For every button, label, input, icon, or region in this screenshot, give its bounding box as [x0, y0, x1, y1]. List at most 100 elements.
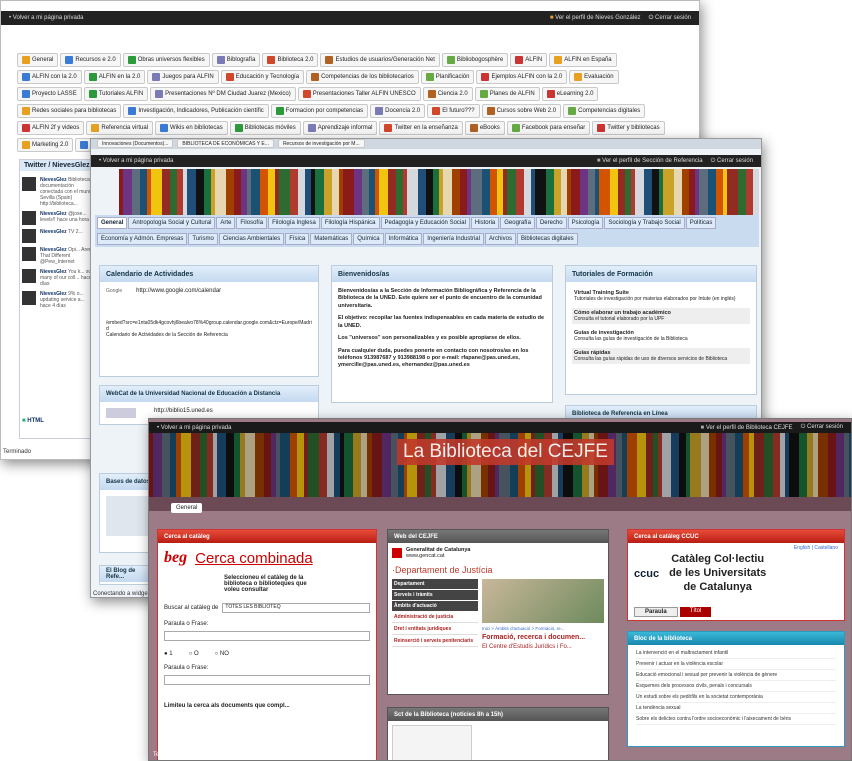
tweet-item[interactable]: NievesGlez TV 2... [22, 229, 96, 243]
universe-tab-presentaciones-n-dm-ciudad-jua[interactable]: Presentaciones Nº DM Ciudad Juarez (Mexi… [150, 87, 296, 101]
universe-tab-aprendizaje-informal[interactable]: Aprendizaje informal [302, 121, 378, 135]
profile-link[interactable]: ■ Ver el perfil de Nieves González [550, 15, 641, 21]
blog-post-link[interactable]: Esquemes dels processos civils, penals i… [636, 681, 836, 692]
tutorial-item[interactable]: Virtual Training Suite Tutoriales de inve… [572, 288, 750, 304]
subject-tab-ciencias-ambientales[interactable]: Ciencias Ambientales [218, 233, 285, 245]
universe-tab-tutoriales-alfin[interactable]: Tutoriales ALFIN [83, 87, 149, 101]
universe-tab-biblografia[interactable]: Biblografía [211, 53, 261, 67]
universe-tab-alfin-en-la-2-0[interactable]: ALFIN en la 2.0 [83, 70, 146, 84]
universe-tab-bibliotecas-moviles[interactable]: Bibliotecas móviles [229, 121, 301, 135]
subject-tab-antropologia-social-y-cultural[interactable]: Antropología Social y Cultural [128, 217, 216, 229]
universe-tab-marketing-2-0[interactable]: Marketing 2.0 [17, 138, 74, 152]
subject-tab-fisica[interactable]: Física [285, 233, 310, 245]
web-menu-item[interactable]: Serveis i tràmits [392, 590, 478, 600]
web-breadcrumb[interactable]: Inici > Àmbits d'actuació > Formació, re… [482, 626, 604, 631]
subject-tab-psicologia[interactable]: Psicología [567, 217, 604, 229]
universe-tab-alfin[interactable]: ALFIN [510, 53, 548, 67]
subject-tab-quimica[interactable]: Química [353, 233, 384, 245]
universe-tab-juegos-para-alfin[interactable]: Juegos para ALFIN [147, 70, 219, 84]
blog-post-link[interactable]: Un estudi sobre els pedòfils en la socie… [636, 692, 836, 703]
universe-tab-competencias-de-los-biblioteca[interactable]: Competencias de los bibliotecarios [306, 70, 419, 84]
operator-or-radio[interactable]: ○ O [189, 651, 199, 657]
blog-post-link[interactable]: Sobre els delictes contra l'ordre socioe… [636, 714, 836, 725]
subject-tab-derecho[interactable]: Derecho [535, 217, 567, 229]
blog-post-link[interactable]: La tendència sexual [636, 703, 836, 714]
profile-link[interactable]: ■ Ver el perfil de Biblioteca CEJFE [701, 425, 793, 431]
universe-tab-docencia-2-0[interactable]: Docencia 2.0 [370, 104, 426, 118]
universe-tab-alfin-en-espana[interactable]: ALFIN en España [549, 53, 617, 67]
profile-link[interactable]: ■ Ver el perfil de Sección de Referencia [597, 158, 703, 164]
ccuc-tab-paraula[interactable]: Paraula [634, 607, 678, 617]
subject-tab-historia[interactable]: Historia [470, 217, 500, 229]
logout-link[interactable]: ⏻ Cerrar sesión [801, 424, 843, 431]
universe-tab-ejemplos-alfin-con-la-2-0[interactable]: Ejemplos ALFIN con la 2.0 [476, 70, 568, 84]
universe-tab-bibliobogosphere[interactable]: Bibliobogosphère [441, 53, 509, 67]
universe-tab-obras-universos-flexibles[interactable]: Obras universos flexibles [122, 53, 210, 67]
universe-tab-alfin-2f-y-videos[interactable]: ALFIN 2f y videos [17, 121, 85, 135]
universe-tab-wikis-en-bibliotecas[interactable]: Wikis en bibliotecas [155, 121, 228, 135]
blog-post-link[interactable]: Educació emocional i sexual per prevenir… [636, 670, 836, 681]
universe-tab-elearning-2-0[interactable]: eLearning 2.0 [541, 87, 599, 101]
universe-tab-investigacion-indicadores-publ[interactable]: Investigación, Indicadores, Publicación … [123, 104, 269, 118]
ccuc-language-links[interactable]: English | Castellano [634, 545, 838, 551]
tweet-item[interactable]: NievesGlez @jose... levels!! hace una ho… [22, 211, 96, 225]
subject-tab-arte[interactable]: Arte [216, 217, 236, 229]
universe-tab-educacion-y-tecnologia[interactable]: Educación y Tecnología [220, 70, 305, 84]
universe-tab-cursos-sobre-web-2-0[interactable]: Cursos sobre Web 2.0 [481, 104, 562, 118]
subject-tab-archivos[interactable]: Archivos [484, 233, 516, 245]
subject-tab-filologia-hispanica[interactable]: Filología Hispánica [320, 217, 380, 229]
logout-link[interactable]: ⏻ Cerrar sesión [649, 15, 691, 22]
universe-tab-facebook-para-ensenar[interactable]: Facebook para enseñar [506, 121, 591, 135]
universe-tab-estudios-de-usuarios-generacio[interactable]: Estudios de usuarios/Generación Net [320, 53, 440, 67]
subject-tab-filosofia[interactable]: Filosofía [236, 217, 268, 229]
operator-and-radio[interactable]: ● 1 [164, 651, 173, 657]
tweet-item[interactable]: NievesGlez Opi... Aren't That Different … [22, 247, 96, 265]
subject-tab-politicas[interactable]: Políticas [685, 217, 717, 229]
operator-not-radio[interactable]: ○ NO [215, 651, 229, 657]
universe-tab-presentaciones-taller-alfin-un[interactable]: Presentaciones Taller ALFIN UNESCO [297, 87, 421, 101]
universe-tab-referencia-virtual[interactable]: Referencia virtual [86, 121, 154, 135]
universe-tab-twitter-y-bibliotecas[interactable]: Twitter y bibliotecas [592, 121, 665, 135]
subject-tab-ingenieria-industrial[interactable]: Ingeniería Industrial [423, 233, 484, 245]
web-menu-item[interactable]: Reinserció i serveis penitenciaris [392, 636, 478, 647]
subject-tab-pedagogia-y-educacion-social[interactable]: Pedagogía y Educación Social [380, 217, 470, 229]
universe-tab-general[interactable]: General [17, 53, 59, 67]
tutorial-item[interactable]: Cómo elaborar un trabajo académico Consul… [572, 308, 750, 324]
webcat-url[interactable]: http://biblio15.uned.es [154, 408, 213, 418]
back-to-private-page-link[interactable]: • Volver a mi página privada [9, 15, 83, 21]
tutorial-item[interactable]: Guías rápidas Consulta las guías rápidas … [572, 348, 750, 364]
universe-tab-alfin-con-la-2-0[interactable]: ALFIN con la 2.0 [17, 70, 82, 84]
subject-tab-general[interactable]: General [97, 217, 128, 229]
tweet-item[interactable]: NievesGlez You k... so many of our coll.… [22, 269, 96, 287]
web-menu-item[interactable]: Administració de justícia [392, 612, 478, 623]
subject-tab-matematicas[interactable]: Matemáticas [310, 233, 353, 245]
ccuc-tab-titol[interactable]: Títol [679, 607, 712, 617]
universe-tab-biblioteca-2-0[interactable]: Biblioteca 2.0 [262, 53, 319, 67]
universe-tab-formacion-por-competencias[interactable]: Formacion por competencias [270, 104, 369, 118]
universe-tab-twitter-en-la-ensenanza[interactable]: Twitter en la enseñanza [379, 121, 463, 135]
universe-tab-proyecto-lasse[interactable]: Proyecto LASSE [17, 87, 82, 101]
universe-tab-el-futuro[interactable]: El futuro??? [427, 104, 480, 118]
subject-tab-filologia-inglesa[interactable]: Filología Inglesa [268, 217, 320, 229]
tutorial-item[interactable]: Guías de investigación Consulta las guías… [572, 328, 750, 344]
universe-tab-evaluacion[interactable]: Evaluación [569, 70, 619, 84]
web-menu-item[interactable]: Departament [392, 579, 478, 589]
back-to-private-page-link[interactable]: • Volver a mi página privada [157, 425, 231, 431]
tweet-item[interactable]: NievesGlez Biblioteca y documentación co… [22, 177, 96, 207]
subject-tab-sociologia-y-trabajo-social[interactable]: Sociología y Trabajo Social [604, 217, 685, 229]
universe-tab-redes-sociales-para-biblioteca[interactable]: Redes sociales para bibliotecas [17, 104, 122, 118]
browser-tab-2[interactable]: BIBLIOTECA DE ECONÓMICAS Y E... [177, 139, 274, 148]
catalog-heading[interactable]: Cerca combinada [195, 550, 313, 567]
subject-tab-informatica[interactable]: Informática [384, 233, 423, 245]
calendar-url[interactable]: http://www.google.com/calendar [136, 288, 221, 294]
tweet-item[interactable]: NievesGlez 9% o... updating service a...… [22, 291, 96, 309]
subject-tab-turismo[interactable]: Turismo [188, 233, 218, 245]
universe-tab-ebooks[interactable]: eBooks [464, 121, 505, 135]
universe-tab-planificacion[interactable]: Planificación [420, 70, 475, 84]
subject-tab-economia-y-admon-empresas[interactable]: Economía y Admón. Empresas [97, 233, 188, 245]
web-menu-item[interactable]: Dret i entitats jurídiques [392, 624, 478, 635]
blog-post-link[interactable]: Prevenir i actuar en la violència escola… [636, 659, 836, 670]
universe-tab-ciencia-2-0[interactable]: Ciencia 2.0 [422, 87, 473, 101]
universe-tab-planes-de-alfin[interactable]: Planes de ALFIN [474, 87, 540, 101]
subject-tab-geografia[interactable]: Geografía [500, 217, 535, 229]
